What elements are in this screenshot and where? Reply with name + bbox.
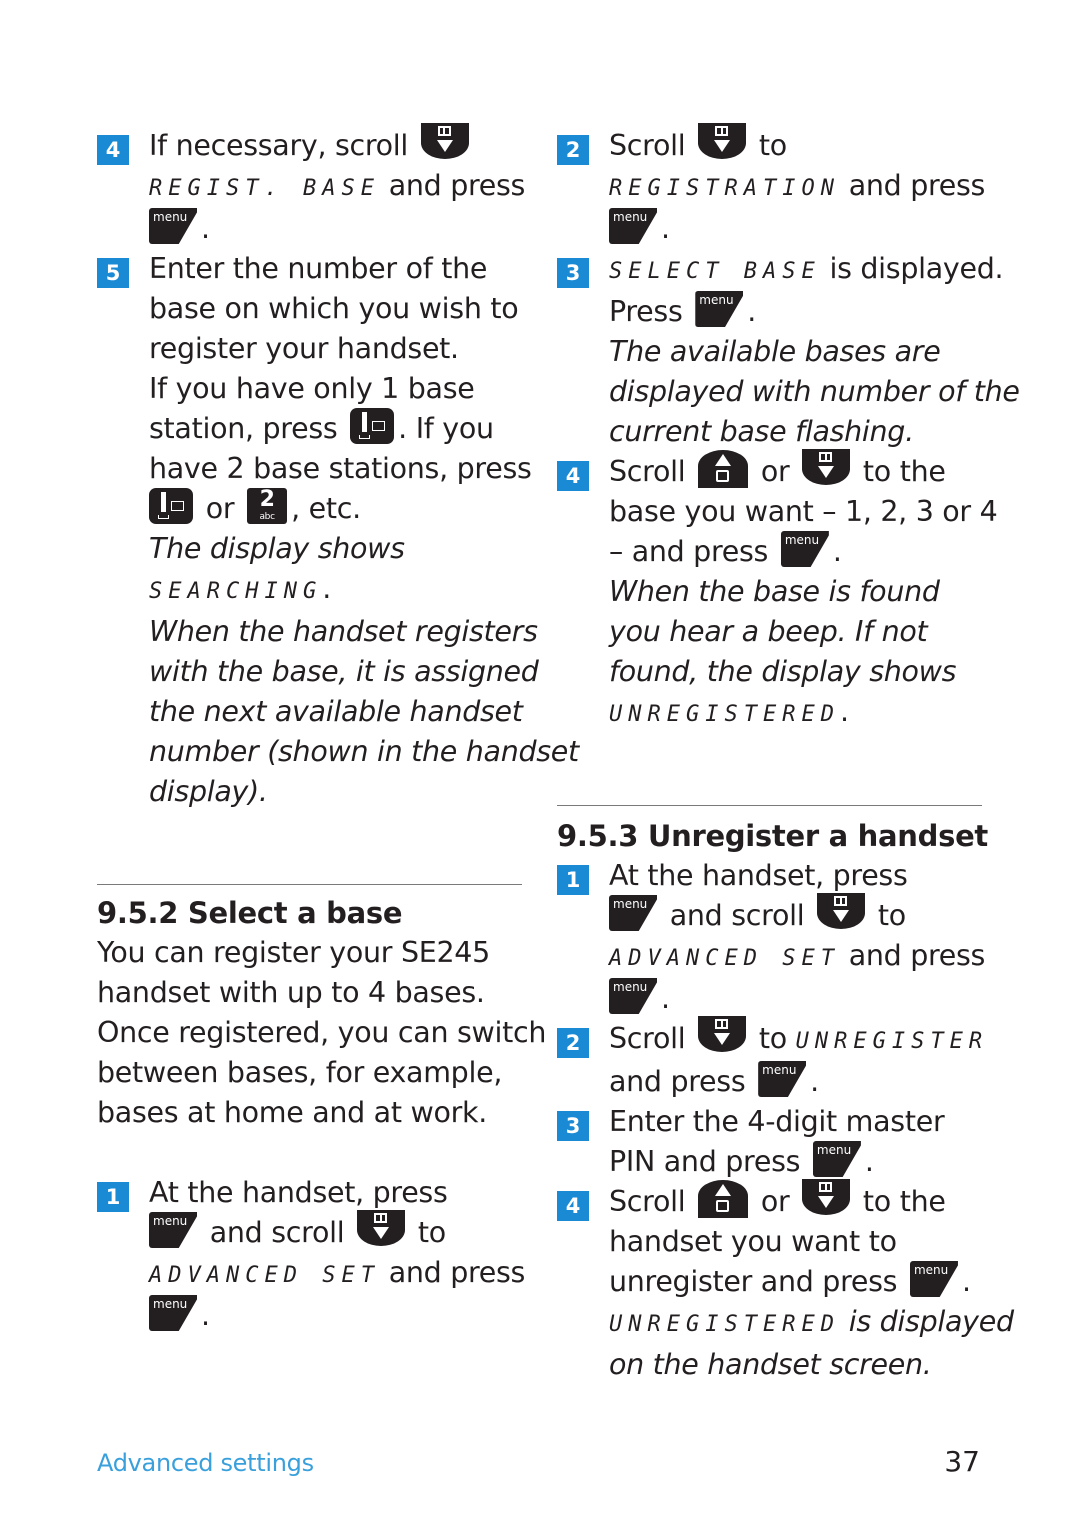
step-number-badge: 5	[97, 258, 129, 288]
step-text: . If you	[398, 412, 494, 445]
lcd-text: ADVANCED SET	[609, 946, 840, 971]
scroll-up-key-icon	[698, 1180, 749, 1218]
lcd-text: REGIST. BASE	[149, 176, 380, 201]
step-1-advanced-set: 1 At the handset, press menu and scroll …	[557, 856, 985, 1019]
step-text: base on which you wish to	[149, 292, 519, 325]
lcd-text: UNREGISTERED	[609, 702, 840, 727]
lcd-text: UNREGISTER	[795, 1029, 989, 1054]
section-unregister-handset: 9.5.3 Unregister a handset 1 At the hand…	[557, 816, 1014, 1385]
scroll-down-key-icon	[698, 123, 747, 159]
scroll-down-key-icon	[802, 1179, 851, 1215]
step-4-choose-base: 4 Scroll or to the base you want – 1, 2,…	[557, 449, 998, 735]
step-number-badge: 4	[97, 135, 129, 165]
step-text: At the handset, press	[609, 859, 908, 892]
step-text: Enter the 4-digit master	[609, 1105, 945, 1138]
step-number-badge: 3	[557, 258, 589, 288]
section-heading: 9.5.3 Unregister a handset	[557, 819, 988, 853]
lcd-text: SELECT BASE	[609, 259, 821, 284]
step-text: and press	[379, 169, 526, 202]
menu-key-icon: menu	[609, 208, 657, 244]
left-column: 4 If necessary, scroll REGIST. BASE and …	[97, 123, 579, 1336]
step-number-badge: 4	[557, 461, 589, 491]
scroll-down-key-icon	[802, 449, 851, 485]
menu-key-icon: menu	[758, 1061, 807, 1097]
step-text: base you want – 1, 2, 3 or 4	[609, 495, 998, 528]
step-text: register your handset.	[149, 332, 459, 365]
note-text: When the base is found	[609, 575, 940, 608]
lcd-text: REGISTRATION	[609, 176, 840, 201]
menu-key-icon: menu	[609, 978, 657, 1014]
step-3-enter-pin: 3 Enter the 4-digit master PIN and press…	[557, 1102, 982, 1182]
scroll-down-key-icon	[817, 893, 866, 929]
step-number-badge: 2	[557, 135, 589, 165]
step-4-regist-base: 4 If necessary, scroll REGIST. BASE and …	[97, 123, 526, 249]
step-text: handset you want to	[609, 1225, 897, 1258]
menu-key-icon: menu	[909, 1261, 958, 1297]
section-divider	[557, 805, 982, 806]
menu-key-icon: menu	[149, 208, 197, 244]
section-paragraph: You can register your SE245 handset with…	[97, 936, 547, 1129]
step-text: If necessary, scroll	[149, 129, 409, 162]
step-1-advanced-set: 1 At the handset, press menu and scroll …	[97, 1173, 525, 1336]
note-text: current base flashing.	[609, 415, 914, 448]
step-2-unregister: 2 Scroll to UNREGISTER and press menu.	[557, 1016, 982, 1102]
step-number-badge: 4	[557, 1191, 589, 1221]
scroll-down-key-icon	[357, 1210, 406, 1246]
note-text: found, the display shows	[609, 655, 957, 688]
note-text: displayed with number of the	[609, 375, 1020, 408]
lcd-text: SEARCHING	[149, 579, 323, 604]
menu-key-icon: menu	[780, 531, 829, 567]
right-column: 2 Scroll to REGISTRATION and press menu.…	[557, 123, 1020, 1385]
menu-key-icon: menu	[695, 291, 744, 327]
step-number-badge: 3	[557, 1111, 589, 1141]
step-text: If you have only 1 base	[149, 372, 475, 405]
step-number-badge: 2	[557, 1028, 589, 1058]
note-text: is displayed	[839, 1305, 1014, 1338]
step-4-choose-handset: 4 Scroll or to the handset you want to u…	[557, 1179, 1014, 1385]
step-text: have 2 base stations, press	[149, 452, 532, 485]
step-text: Enter the number of the	[149, 252, 488, 285]
lcd-text: UNREGISTERED	[609, 1312, 840, 1337]
note-text: you hear a beep. If not	[609, 615, 928, 648]
menu-key-icon: menu	[149, 1295, 197, 1331]
scroll-up-key-icon	[698, 450, 749, 488]
scroll-down-key-icon	[698, 1016, 747, 1052]
note-text: with the base, it is assigned	[149, 655, 539, 688]
key-2-abc-icon: 2 abc	[247, 488, 288, 524]
section-select-base: 9.5.2 Select a base You can register you…	[97, 893, 547, 1336]
step-2-registration: 2 Scroll to REGISTRATION and press menu.	[557, 123, 985, 249]
menu-key-icon: menu	[609, 895, 657, 931]
key-1-voicemail-icon	[149, 488, 193, 524]
page-number: 37	[944, 1445, 980, 1478]
note-text: When the handset registers	[149, 615, 538, 648]
scroll-down-key-icon	[420, 123, 469, 159]
note-text: The display shows	[149, 532, 405, 565]
section-divider	[97, 884, 522, 885]
lcd-text: ADVANCED SET	[149, 1263, 380, 1288]
note-text: number (shown in the handset	[149, 735, 579, 768]
menu-key-icon: menu	[812, 1141, 861, 1177]
step-text: station, press	[149, 412, 347, 445]
footer-section-title: Advanced settings	[97, 1449, 314, 1477]
note-text: on the handset screen.	[609, 1348, 932, 1381]
note-text: the next available handset	[149, 695, 523, 728]
note-text: display).	[149, 775, 268, 808]
step-5-enter-base-number: 5 Enter the number of the base on which …	[97, 249, 579, 812]
step-number-badge: 1	[97, 1182, 129, 1212]
section-heading: 9.5.2 Select a base	[97, 896, 403, 930]
step-text: At the handset, press	[149, 1176, 448, 1209]
note-text: The available bases are	[609, 335, 941, 368]
key-1-voicemail-icon	[350, 408, 395, 444]
step-number-badge: 1	[557, 865, 589, 895]
menu-key-icon: menu	[149, 1212, 197, 1248]
step-3-select-base: 3 SELECT BASE is displayed. Press menu. …	[557, 249, 1020, 452]
